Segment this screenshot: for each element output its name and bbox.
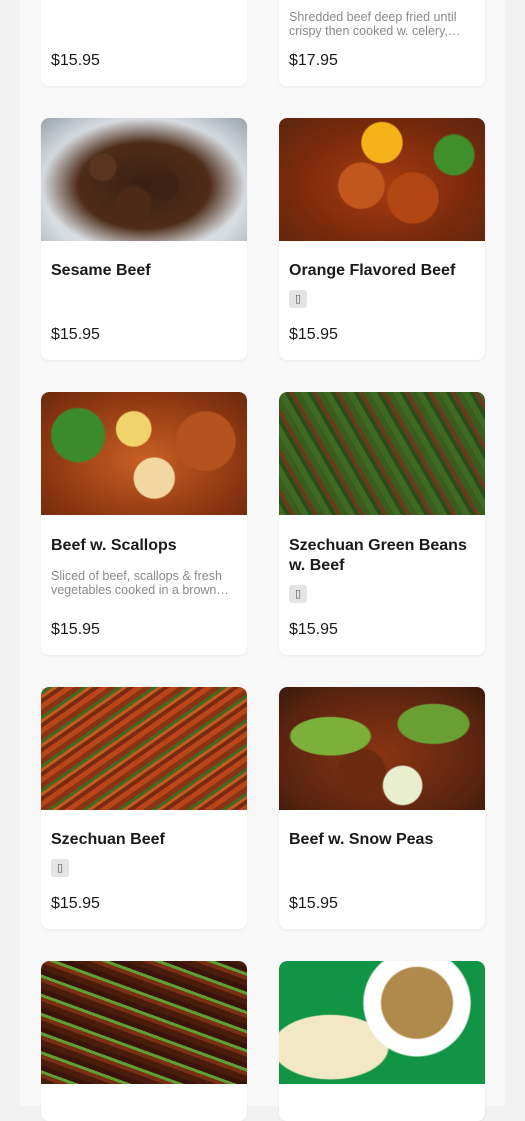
menu-item-card[interactable]: [41, 961, 247, 1121]
item-price: $15.95: [289, 621, 338, 638]
item-price: $15.95: [51, 621, 100, 638]
menu-item-card[interactable]: Szechuan Green Beans w. Beef ▯ $15.95: [279, 392, 485, 655]
pepper-icon: ▯: [289, 585, 307, 603]
item-image: [41, 961, 247, 1084]
item-image: [41, 118, 247, 241]
item-image: [279, 687, 485, 810]
menu-item-card[interactable]: Sesame Beef $15.95: [41, 118, 247, 360]
item-price: $15.95: [289, 326, 338, 343]
item-description: Sliced of beef, scallops & fresh vegetab…: [51, 569, 222, 597]
item-image: [41, 687, 247, 810]
pepper-icon: ▯: [51, 859, 69, 877]
item-name: Orange Flavored Beef: [289, 262, 456, 279]
menu-item-card[interactable]: Beef w. Snow Peas $15.95: [279, 687, 485, 929]
item-name: Beef w. Scallops: [51, 537, 177, 554]
item-price: $15.95: [51, 326, 100, 343]
item-name: Szechuan Beef: [51, 831, 165, 848]
item-price: $15.95: [51, 52, 100, 69]
item-name: Beef w. Snow Peas: [289, 831, 434, 848]
menu-item-card[interactable]: Beef w. Scallops Sliced of beef, scallop…: [41, 392, 247, 655]
menu-panel: $15.95 ▯ Shredded beef deep fried until …: [20, 0, 505, 1121]
item-name: Sesame Beef: [51, 262, 151, 279]
item-image: [41, 392, 247, 515]
menu-item-card[interactable]: Szechuan Beef ▯ $15.95: [41, 687, 247, 929]
menu-item-card[interactable]: Orange Flavored Beef ▯ $15.95: [279, 118, 485, 360]
item-price: $17.95: [289, 52, 338, 69]
pepper-icon: ▯: [289, 290, 307, 308]
menu-item-card[interactable]: [279, 961, 485, 1121]
item-price: $15.95: [289, 895, 338, 912]
item-image: [279, 392, 485, 515]
menu-item-card[interactable]: $15.95: [41, 0, 247, 86]
item-description: Shredded beef deep fried until crispy th…: [289, 10, 457, 38]
item-name: Szechuan Green Beans w. Beef: [289, 537, 467, 574]
item-price: $15.95: [51, 895, 100, 912]
item-image: [279, 961, 485, 1084]
menu-item-card[interactable]: ▯ Shredded beef deep fried until crispy …: [279, 0, 485, 86]
item-image: [279, 118, 485, 241]
